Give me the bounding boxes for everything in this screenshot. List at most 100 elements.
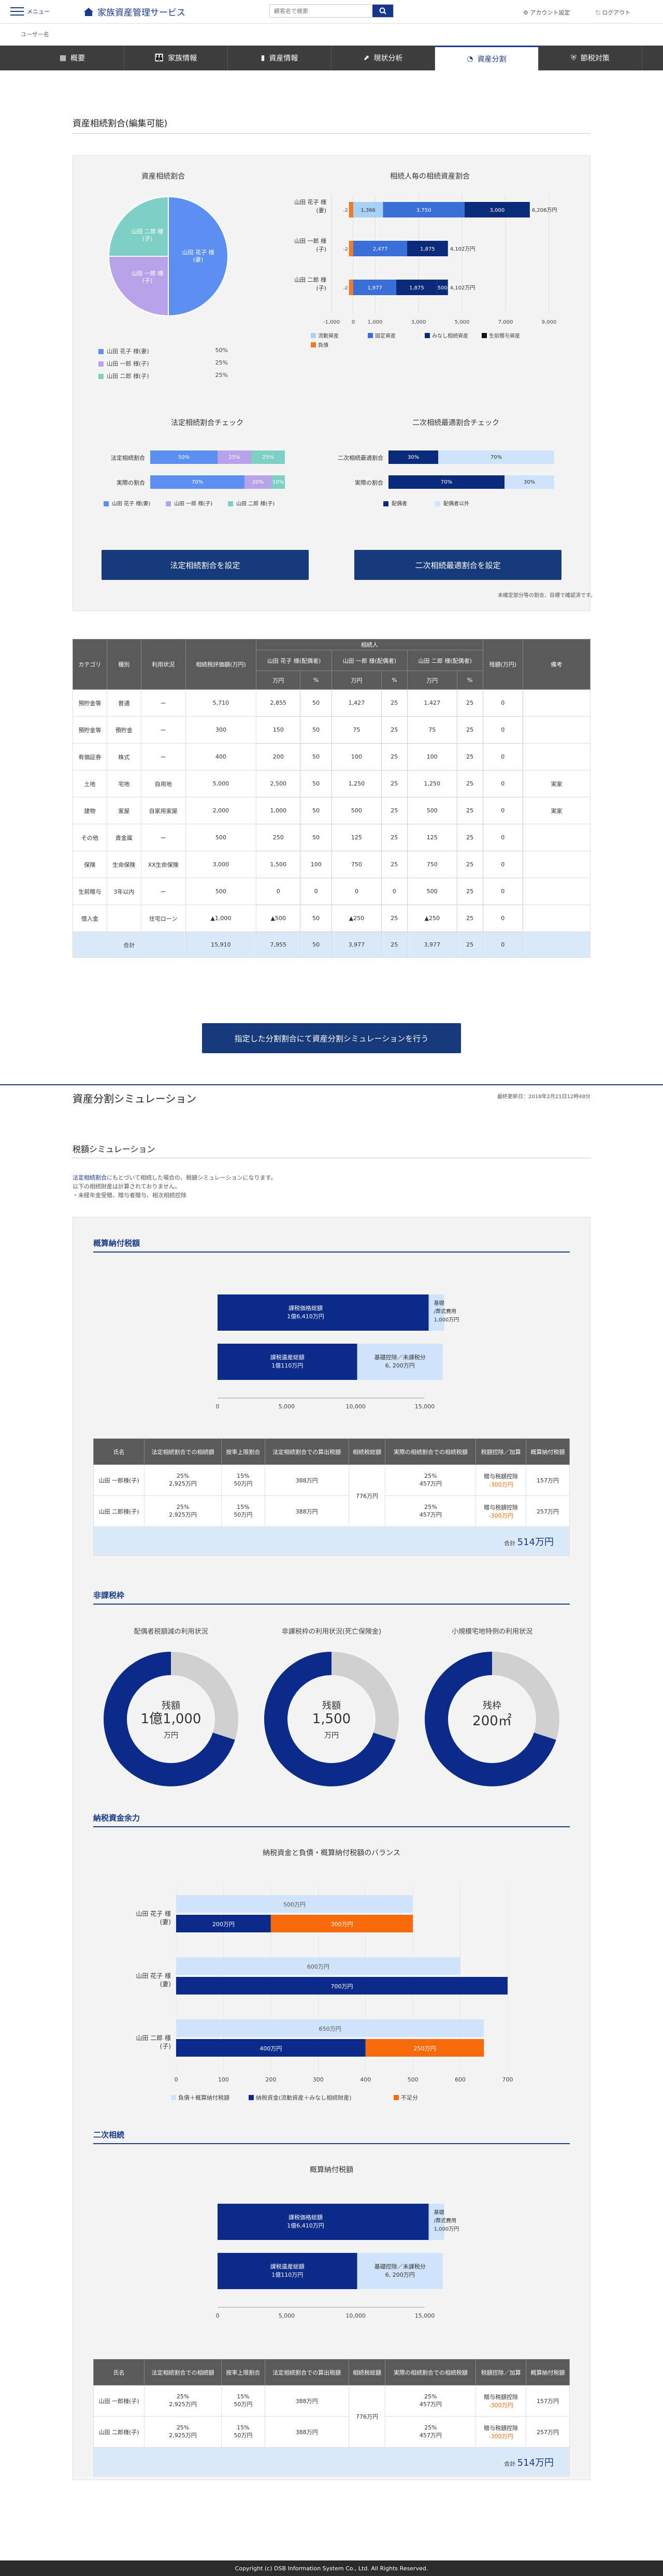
- table-cell: [523, 689, 590, 717]
- th-cell: 按率上限割合: [221, 1438, 265, 1465]
- check-seg: 70%: [150, 475, 244, 489]
- tab-division[interactable]: ◔ 資産分割: [435, 46, 539, 70]
- bar-label: 課税価格総額: [289, 1304, 323, 1312]
- table-cell: 100: [407, 743, 457, 770]
- search-icon: [379, 7, 386, 14]
- th-use: 利用状況: [140, 639, 186, 690]
- table-cell: [523, 905, 590, 932]
- th-unit: %: [456, 671, 483, 690]
- tick-label: 400: [360, 2076, 371, 2083]
- table-cell: 有価証券: [73, 743, 107, 770]
- tab-analysis[interactable]: ⬈ 現状分析: [332, 46, 435, 70]
- chart-icon: ▮: [261, 54, 265, 62]
- table-cell: 宅地: [106, 770, 141, 797]
- table-cell: 776万円: [348, 1464, 386, 1527]
- tab-tax-saving[interactable]: ⛨ 節税対策: [539, 46, 642, 70]
- check-row-label: 法定相続割合: [111, 455, 145, 461]
- table-row: 借入金 住宅ローン ▲1,000 ▲500 50 ▲250 25 ▲250 25 0: [73, 905, 590, 932]
- breadcrumb[interactable]: ユーザー名: [21, 30, 49, 38]
- seg-label: 3,000: [490, 208, 505, 213]
- table-cell: 0: [482, 878, 524, 905]
- tick-label: 10,000: [345, 1403, 366, 1410]
- table-cell: 500: [185, 878, 257, 905]
- table-cell: XX生命保険: [140, 851, 186, 878]
- pay-chart-title: 納税資金と負債・概算納付税額のバランス: [263, 1849, 400, 1857]
- table-head-row: 氏名 法定相続割合での相続額 按率上限割合 法定相続割合での算出税額 相続税総額 実際の相…: [93, 2359, 570, 2385]
- table-cell: 自用地: [140, 770, 186, 797]
- account-settings-link[interactable]: ⚙ アカウント設定: [523, 8, 570, 17]
- check-seg: 70%: [388, 475, 505, 489]
- menu-button[interactable]: メニュー: [10, 7, 50, 16]
- check-seg: 10%: [271, 475, 285, 489]
- th-heir: 山田 一郎 様(配偶者): [331, 650, 408, 671]
- donut-label: 1,500: [312, 1711, 351, 1727]
- seg-label: 1,875: [409, 285, 424, 291]
- set-second-ratio-button[interactable]: 二次相続最適割合を設定: [354, 550, 561, 580]
- legend-item: 山田 花子 様(妻) 50%: [98, 347, 228, 355]
- table-row: 土地 宅地 自用地 5,000 2,500 50 1,250 25 1,250 25 0 実家: [73, 770, 590, 797]
- calc-chart: 0 5,000 10,000 15,000 課税価格総額1億6,410万円 基礎/葬式費用…: [216, 1294, 459, 1410]
- table-cell: ▲250: [331, 905, 382, 932]
- bar-label: 1億110万円: [271, 2272, 303, 2278]
- table-cell: 0: [482, 797, 524, 824]
- tick-label: 100: [218, 2076, 229, 2083]
- neg-bar: [349, 202, 353, 217]
- table-cell: 388万円: [264, 1495, 349, 1527]
- table-cell: [523, 824, 590, 851]
- table-cell: 25: [456, 824, 483, 851]
- table-cell: 3,000: [185, 851, 257, 878]
- th-cell: 税額控除／加算: [475, 1438, 527, 1465]
- table-cell: 生命保険: [106, 851, 141, 878]
- table-cell: 家屋: [106, 797, 141, 824]
- th-unit: 万円: [331, 671, 382, 690]
- tick-label: 15,000: [415, 1403, 435, 1410]
- exempt-title: 非課税枠: [93, 1590, 570, 1605]
- row-label: (子): [316, 285, 326, 292]
- legend-swatch: [228, 501, 233, 506]
- table-cell: 125: [331, 824, 382, 851]
- set-legal-ratio-button[interactable]: 法定相続割合を設定: [102, 550, 309, 580]
- seg-label: 3,750: [416, 208, 431, 213]
- table-cell: 125: [407, 824, 457, 851]
- legend-item: 山田 二郎 様(子) 25%: [98, 372, 228, 380]
- legend-swatch: [435, 501, 440, 506]
- table-cell: 25: [456, 716, 483, 744]
- tab-overview[interactable]: ▦ 概要: [21, 46, 124, 70]
- donut-label: 200㎡: [472, 1713, 512, 1729]
- neg-label: -2: [343, 208, 348, 213]
- check1-title: 法定相続割合チェック: [171, 419, 243, 427]
- bar-label: 6, 200万円: [385, 2272, 415, 2278]
- bar-label: 1,000万円: [434, 2226, 459, 2232]
- search-button[interactable]: [372, 5, 393, 17]
- legend-label: 固定資産: [375, 332, 396, 339]
- tab-assets[interactable]: ▮ 資産情報: [228, 46, 332, 70]
- table-cell: 300: [185, 716, 257, 744]
- table-cell: 75: [407, 716, 457, 744]
- table-cell: その他: [73, 824, 107, 851]
- tick-label: 3,000: [411, 319, 426, 325]
- search-input[interactable]: [270, 5, 372, 17]
- orange-text: -300万円: [488, 1481, 513, 1488]
- bar-label: /葬式費用: [434, 2217, 456, 2224]
- total-value: 514万円: [517, 2457, 554, 2468]
- donut-title: 配偶者税額減の利用状況: [134, 1628, 208, 1636]
- logout-link[interactable]: ⎋ ログアウト: [596, 8, 630, 17]
- row-label: 山田 花子 様: [294, 198, 326, 206]
- table-cell: 贈与税額控除 -300万円: [475, 1495, 527, 1527]
- legend-swatch: [166, 501, 171, 506]
- table-cell: 200: [256, 743, 301, 770]
- tab-family[interactable]: 👪 家族情報: [124, 46, 228, 70]
- table-cell: 25: [456, 878, 483, 905]
- table-cell: 0: [300, 878, 332, 905]
- table-cell: 1,427: [331, 689, 382, 717]
- legal-ratio-link[interactable]: 法定相続割合: [73, 1174, 107, 1181]
- analysis-icon: ⬈: [363, 54, 370, 62]
- table-cell: 1,250: [407, 770, 457, 797]
- asset-table: カテゴリ 種別 利用状況 相続税評価額(万円) 相続人 残額(万円) 備考 山田 花子 様(配…: [73, 639, 590, 958]
- table-cell: 100: [331, 743, 382, 770]
- service-logo[interactable]: 家族資産管理サービス: [83, 5, 185, 18]
- table-cell: 400: [185, 743, 257, 770]
- simulate-button[interactable]: 指定した分割割合にて資産分割シミュレーションを行う: [202, 1023, 461, 1053]
- check-legend: 配偶者: [383, 499, 407, 507]
- check-row-label: 二次相続最適割合: [338, 455, 383, 461]
